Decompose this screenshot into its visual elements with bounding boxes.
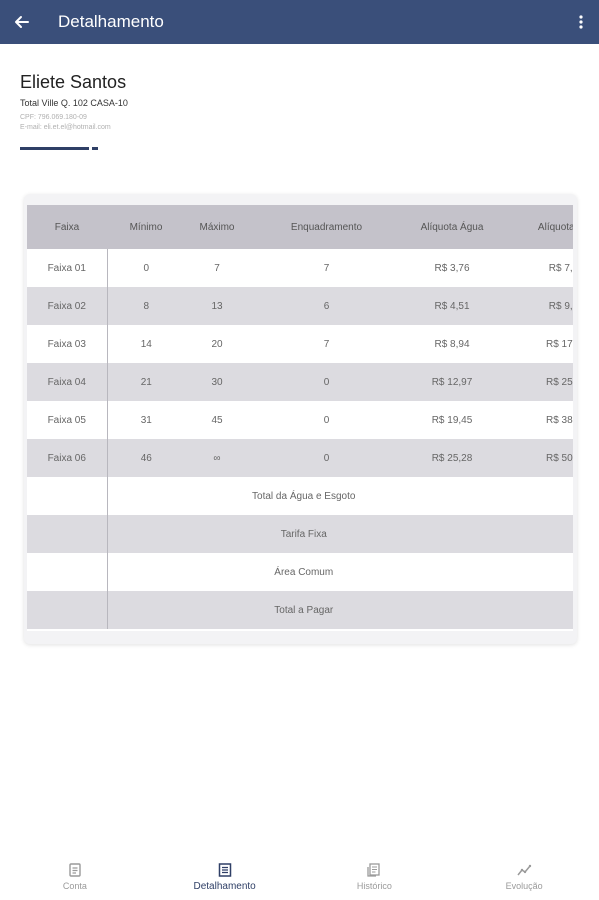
summary-row: Total da Água e Esgoto [27,477,573,515]
page-title: Detalhamento [58,12,164,31]
more-vert-icon [579,15,583,29]
table-cell: 7 [323,262,330,274]
bottom-navigation: Conta Detalhamento Histórico Evolução [0,852,599,900]
nav-item-historico[interactable]: Histórico [300,852,450,900]
chart-line-icon [517,864,532,876]
summary-value [500,515,573,553]
customer-address: Total Ville Q. 102 CASA-10 [20,98,128,108]
history-icon [367,863,381,877]
summary-label: Total da Água e Esgoto [252,490,356,502]
table-cell: R$ 7,5 [548,262,573,274]
customer-email: E-mail: eli.et.el@hotmail.com [20,124,111,131]
column-header: Alíquota Es [537,221,573,233]
table-cell: 13 [211,300,223,312]
table-cell: Faixa 06 [27,439,108,477]
table-cell: Faixa 04 [27,363,108,401]
table-cell: R$ 38,9 [545,414,573,426]
table-cell: R$ 8,94 [434,338,470,350]
summary-label: Área Comum [274,566,334,578]
tariff-card: Faixa Mínimo Máximo Enquadramento Alíquo… [24,194,577,644]
table-cell: R$ 4,51 [434,300,470,312]
table-cell: 7 [323,338,330,350]
table-cell: ∞ [213,452,221,464]
list-detail-icon [218,863,231,877]
nav-label: Histórico [356,881,392,891]
summary-value [500,591,573,629]
progress-indicator [20,147,100,150]
summary-empty-cell [27,477,108,515]
table-row: Faixa 05 31 45 0 R$ 19,45 R$ 38,9 [27,401,573,439]
summary-value [500,477,573,515]
customer-name: Eliete Santos [20,72,127,92]
table-cell: Faixa 01 [27,249,108,287]
table-cell: 8 [143,300,150,312]
summary-empty-cell [27,515,108,553]
table-cell: 30 [211,376,223,388]
table-cell: 6 [323,300,330,312]
table-cell: R$ 9,0 [548,300,573,312]
progress-fill [20,147,89,150]
table-cell: R$ 25,9 [545,376,573,388]
summary-label: Tarifa Fixa [280,528,327,540]
column-header: Faixa [54,221,80,233]
customer-cpf: CPF: 796.069.180-09 [20,114,87,121]
summary-value [500,553,573,591]
table-cell: 0 [323,414,330,426]
summary-label: Total a Pagar [274,604,334,616]
column-header: Alíquota Água [420,221,484,233]
table-row: Faixa 02 8 13 6 R$ 4,51 R$ 9,0 [27,287,573,325]
nav-item-conta[interactable]: Conta [0,852,150,900]
table-cell: 0 [323,452,330,464]
table-header-row: Faixa Mínimo Máximo Enquadramento Alíquo… [27,205,573,249]
table-cell: 0 [143,262,150,274]
tariff-table: Faixa Mínimo Máximo Enquadramento Alíquo… [27,205,573,629]
customer-profile: Eliete Santos Total Ville Q. 102 CASA-10… [20,72,128,150]
overflow-menu-button[interactable] [563,0,599,44]
summary-row: Tarifa Fixa [27,515,573,553]
summary-row: Área Comum [27,553,573,591]
summary-empty-cell [27,553,108,591]
table-cell: R$ 25,28 [431,452,473,464]
table-cell: Faixa 03 [27,325,108,363]
receipt-icon [69,863,81,877]
back-button[interactable] [0,0,44,44]
table-row: Faixa 04 21 30 0 R$ 12,97 R$ 25,9 [27,363,573,401]
column-header: Máximo [199,221,235,233]
table-cell: 21 [140,376,152,388]
summary-empty-cell [27,591,108,629]
table-row: Faixa 03 14 20 7 R$ 8,94 R$ 17,8 [27,325,573,363]
table-cell: 46 [140,452,152,464]
table-cell: R$ 50,5 [545,452,573,464]
table-cell: R$ 19,45 [431,414,473,426]
nav-label: Evolução [505,881,543,891]
table-cell: 7 [214,262,220,274]
table-cell: R$ 12,97 [431,376,473,388]
table-cell: Faixa 05 [27,401,108,439]
progress-dot [92,147,98,150]
table-cell: 0 [323,376,330,388]
tariff-table-scroll[interactable]: Faixa Mínimo Máximo Enquadramento Alíquo… [27,205,573,631]
nav-item-evolucao[interactable]: Evolução [449,852,599,900]
app-bar: Detalhamento [0,0,599,44]
column-header: Enquadramento [290,221,363,233]
table-cell: Faixa 02 [27,287,108,325]
table-cell: R$ 3,76 [434,262,470,274]
summary-row: Total a Pagar [27,591,573,629]
arrow-back-icon [15,16,29,28]
table-cell: 45 [211,414,223,426]
table-cell: 14 [140,338,152,350]
table-cell: 31 [140,414,152,426]
table-cell: R$ 17,8 [545,338,573,350]
table-cell: 20 [211,338,223,350]
nav-label: Conta [62,881,87,891]
nav-item-detalhamento[interactable]: Detalhamento [150,852,300,900]
table-row: Faixa 06 46 ∞ 0 R$ 25,28 R$ 50,5 [27,439,573,477]
column-header: Mínimo [129,221,163,233]
nav-label: Detalhamento [193,881,256,892]
table-row: Faixa 01 0 7 7 R$ 3,76 R$ 7,5 [27,249,573,287]
